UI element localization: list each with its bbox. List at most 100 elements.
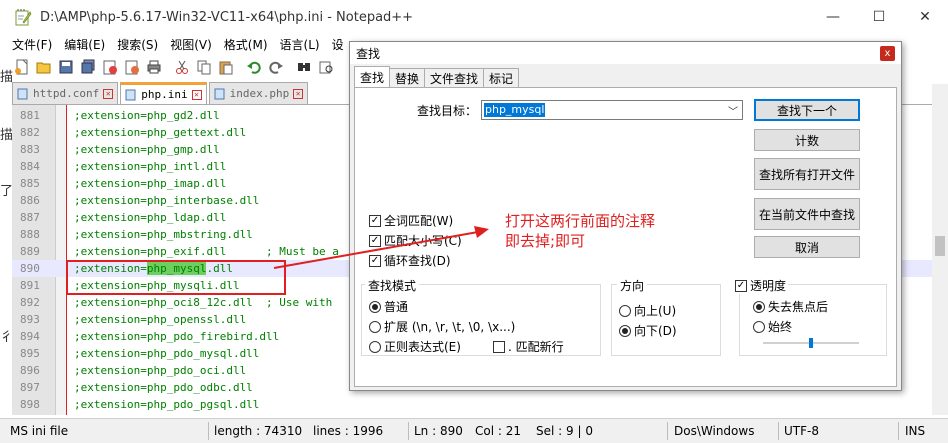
tab-close-icon[interactable]: ✕ xyxy=(293,88,304,99)
dialog-close-button[interactable]: x xyxy=(880,46,895,61)
replace-icon[interactable] xyxy=(316,57,336,77)
menu-settings[interactable]: 设 xyxy=(332,36,344,53)
maximize-button[interactable]: ☐ xyxy=(856,0,902,34)
status-col: Col : 21 xyxy=(475,424,521,438)
status-ln: Ln : 890 xyxy=(414,424,463,438)
tab-httpd-conf[interactable]: httpd.conf ✕ xyxy=(12,82,119,104)
tab-close-icon[interactable]: ✕ xyxy=(191,89,202,100)
menu-search[interactable]: 搜索(S) xyxy=(117,36,158,53)
checkbox-label: 循环查找(D) xyxy=(384,254,451,268)
line-number: 893 xyxy=(20,313,40,326)
annotation-highlight-box xyxy=(66,260,286,295)
open-file-icon[interactable] xyxy=(34,57,54,77)
cancel-button[interactable]: 取消 xyxy=(754,236,860,258)
direction-down-radio[interactable]: 向下(D) xyxy=(619,322,677,339)
line-code: ;extension=php_pdo_mysql.dll xyxy=(74,347,260,360)
undo-icon[interactable] xyxy=(244,57,264,77)
chevron-down-icon[interactable]: ﹀ xyxy=(728,103,738,118)
radio-label: 普通 xyxy=(384,300,409,314)
vertical-scrollbar[interactable] xyxy=(932,84,948,415)
find-what-label: 查找目标： xyxy=(417,104,478,118)
line-number: 896 xyxy=(20,364,40,377)
search-mode-label: 查找模式 xyxy=(365,277,420,294)
tab-label: httpd.conf xyxy=(33,87,100,100)
whole-word-checkbox[interactable]: ✓ 全词匹配(W) xyxy=(369,212,453,229)
close-all-icon[interactable] xyxy=(122,57,142,77)
find-what-combobox[interactable]: php_mysql ﹀ xyxy=(481,100,743,120)
redo-icon[interactable] xyxy=(266,57,286,77)
checkbox-label: 全词匹配(W) xyxy=(384,214,454,228)
direction-up-radio[interactable]: 向上(U) xyxy=(619,302,676,319)
dot-matches-newline-checkbox[interactable]: . 匹配新行 xyxy=(493,338,564,355)
transparency-on-lose-focus-radio[interactable]: 失去焦点后 xyxy=(753,298,828,315)
line-number: 895 xyxy=(20,347,40,360)
menu-file[interactable]: 文件(F) xyxy=(12,36,52,53)
new-file-icon[interactable] xyxy=(12,57,32,77)
transparency-always-radio[interactable]: 始终 xyxy=(753,318,792,335)
menu-language[interactable]: 语言(L) xyxy=(280,36,320,53)
line-number: 886 xyxy=(20,194,40,207)
find-next-button[interactable]: 查找下一个 xyxy=(754,99,860,121)
save-icon[interactable] xyxy=(56,57,76,77)
print-icon[interactable] xyxy=(144,57,164,77)
status-filetype: MS ini file xyxy=(10,424,69,438)
checkmark-icon: ✓ xyxy=(735,279,747,292)
line-code: ;extension=php_gettext.dll xyxy=(74,126,247,139)
count-button[interactable]: 计数 xyxy=(754,129,860,151)
transparency-checkbox[interactable]: ✓ 透明度 xyxy=(733,277,789,294)
menu-format[interactable]: 格式(M) xyxy=(224,36,268,53)
close-file-icon[interactable] xyxy=(100,57,120,77)
save-all-icon[interactable] xyxy=(78,57,98,77)
line-number: 882 xyxy=(20,126,40,139)
find-all-open-files-button[interactable]: 查找所有打开文件 xyxy=(754,158,860,190)
wrap-around-checkbox[interactable]: ✓ 循环查找(D) xyxy=(369,252,451,269)
dialog-title: 查找 xyxy=(356,46,381,61)
line-number: 883 xyxy=(20,143,40,156)
line-number: 891 xyxy=(20,279,40,292)
line-number: 890 xyxy=(20,262,40,275)
line-code: ;extension=php_mbstring.dll xyxy=(74,228,253,241)
tab-close-icon[interactable]: ✕ xyxy=(103,88,114,99)
cut-icon[interactable] xyxy=(172,57,192,77)
line-number: 889 xyxy=(20,245,40,258)
radio-label: 始终 xyxy=(768,320,793,334)
tab-mark[interactable]: 标记 xyxy=(483,68,520,88)
line-code: ;extension=php_intl.dll xyxy=(74,160,227,173)
tab-php-ini[interactable]: php.ini ✕ xyxy=(120,82,207,104)
menu-view[interactable]: 视图(V) xyxy=(170,36,212,53)
line-code: ;extension=php_imap.dll xyxy=(74,177,227,190)
mode-normal-radio[interactable]: 普通 xyxy=(369,298,408,315)
checkbox-label: 匹配大小写(C) xyxy=(384,234,462,248)
find-what-value[interactable]: php_mysql xyxy=(484,103,546,117)
status-encoding: UTF-8 xyxy=(784,424,819,438)
line-code: ;extension=php_gd2.dll xyxy=(74,109,220,122)
find-icon[interactable] xyxy=(294,57,314,77)
checkbox-label: . 匹配新行 xyxy=(508,340,564,354)
code-line[interactable]: 898 ;extension=php_pdo_pgsql.dll xyxy=(12,396,932,413)
find-panel: 查找目标： php_mysql ﹀ 查找下一个 计数 查找所有打开文件 在当前文… xyxy=(354,87,897,387)
checkmark-icon: ✓ xyxy=(369,214,381,227)
checkbox-label: 透明度 xyxy=(750,279,787,293)
mode-extended-radio[interactable]: 扩展 (\n, \r, \t, \0, \x...) xyxy=(369,318,515,335)
transparency-slider-thumb[interactable] xyxy=(809,338,813,348)
menu-edit[interactable]: 编辑(E) xyxy=(64,36,105,53)
dialog-title-bar: 查找 xyxy=(350,42,901,64)
tab-find[interactable]: 查找 xyxy=(354,66,391,88)
line-number: 892 xyxy=(20,296,40,309)
annotation-text-line1: 打开这两行前面的注释 xyxy=(505,212,656,230)
tab-replace[interactable]: 替换 xyxy=(389,68,426,88)
line-code: ;extension=php_exif.dll ; Must be a xyxy=(74,245,339,258)
match-case-checkbox[interactable]: ✓ 匹配大小写(C) xyxy=(369,232,462,249)
mode-regex-radio[interactable]: 正则表达式(E) xyxy=(369,338,461,355)
close-window-button[interactable]: ✕ xyxy=(902,0,948,34)
paste-icon[interactable] xyxy=(216,57,236,77)
minimize-button[interactable]: — xyxy=(810,0,856,34)
copy-icon[interactable] xyxy=(194,57,214,77)
scrollbar-thumb[interactable] xyxy=(935,236,945,256)
tab-label: index.php xyxy=(229,87,290,100)
tab-find-in-files[interactable]: 文件查找 xyxy=(424,68,485,88)
line-code: ;extension=php_pdo_oci.dll xyxy=(74,364,247,377)
line-code: ;extension=php_openssl.dll xyxy=(74,313,247,326)
find-all-current-file-button[interactable]: 在当前文件中查找 xyxy=(754,198,860,230)
tab-index-php[interactable]: index.php ✕ xyxy=(208,82,309,104)
